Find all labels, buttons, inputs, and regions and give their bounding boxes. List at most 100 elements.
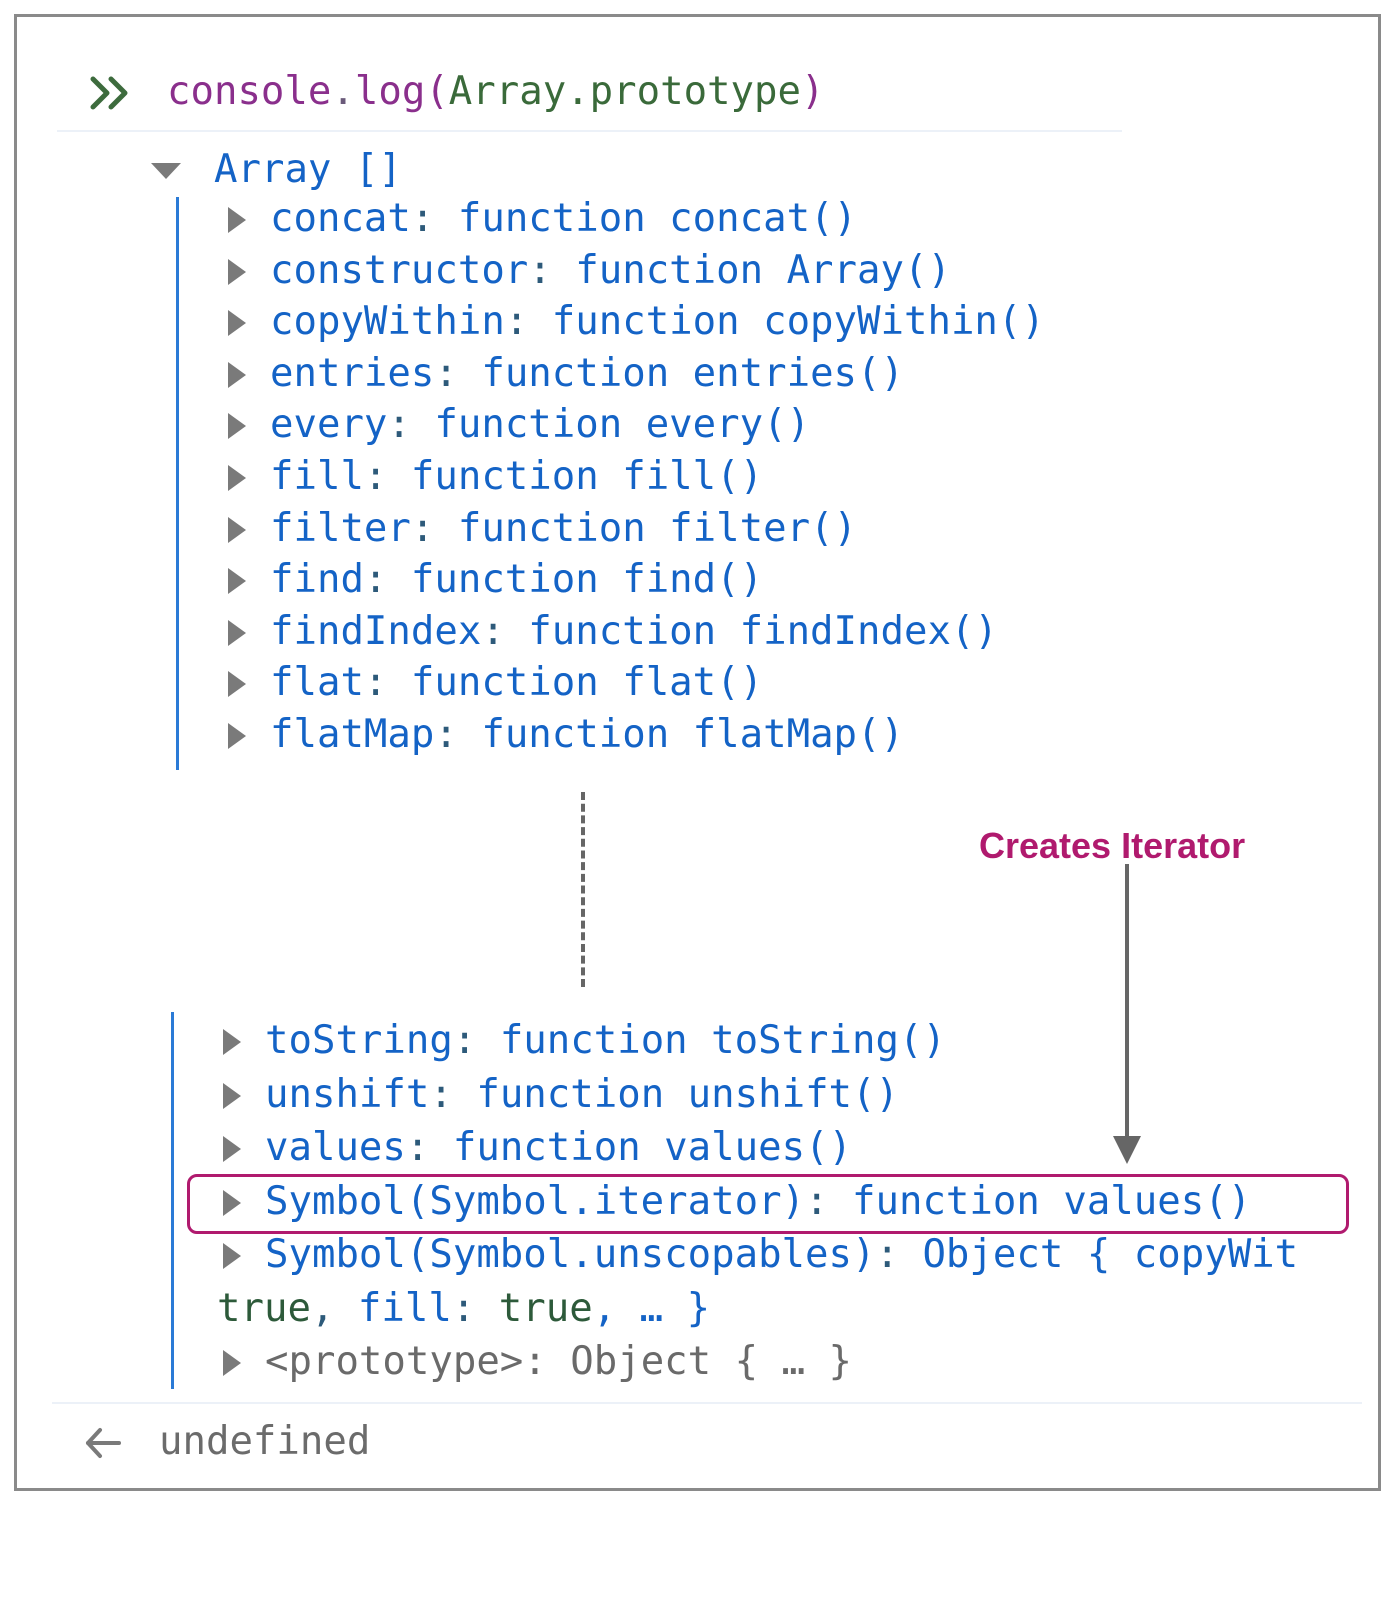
triangle-down-icon[interactable] [151,163,181,181]
property-colon: : [434,712,482,757]
property-key: findIndex [270,608,482,654]
property-entry: <prototype>: Object { … } [265,1336,852,1388]
property-value: function flat() [410,660,764,706]
triangle-right-icon[interactable] [228,671,246,698]
property-key: <prototype> [265,1339,524,1384]
triangle-right-icon[interactable] [228,310,246,337]
console-result-line: undefined [17,1417,1378,1467]
property-row[interactable]: every: function every() [210,399,1310,451]
property-colon: : [410,505,458,551]
property-colon: : [429,1071,477,1117]
property-key: find [270,557,364,603]
property-key: flatMap [270,712,435,757]
property-value: function Array() [575,247,951,293]
property-row[interactable]: entries: function entries() [210,348,1310,400]
property-row[interactable]: concat: function concat() [210,193,1310,245]
property-value: function flatMap() [481,712,904,757]
property-key: every [270,402,388,448]
divider [52,1402,1362,1404]
property-colon: : [434,350,482,396]
array-object-header[interactable]: Array [] [17,147,817,193]
iterator-highlight-box [187,1174,1349,1234]
property-value: function entries() [481,350,904,396]
property-entry: Symbol(Symbol.unscopables): Object { cop… [265,1229,1298,1281]
value-true: true [498,1286,593,1331]
tree-guide-line [171,1012,174,1389]
triangle-right-icon[interactable] [223,1136,241,1162]
property-colon: : [363,454,411,499]
triangle-right-icon[interactable] [228,361,246,388]
triangle-right-icon[interactable] [228,568,246,595]
triangle-right-icon[interactable] [228,516,246,543]
property-colon: : [405,1125,453,1170]
property-row[interactable]: flatMap: function flatMap() [210,709,1310,761]
property-key: Symbol(Symbol.unscopables) [265,1232,876,1277]
triangle-right-icon[interactable] [228,258,246,285]
triangle-right-icon[interactable] [223,1350,241,1376]
value-colon: : [451,1286,499,1331]
property-row[interactable]: copyWithin: function copyWithin() [210,296,1310,348]
property-row[interactable]: toString: function toString() [205,1015,1305,1067]
value-true: true [217,1286,311,1331]
triangle-right-icon[interactable] [228,207,246,233]
command-arg: Array.prototype [448,69,801,114]
property-entry: values: function values() [265,1122,852,1174]
property-key: concat [270,196,411,241]
command-dot: . [331,69,355,114]
property-row[interactable]: find: function find() [210,554,1310,606]
property-key: toString [265,1018,453,1063]
property-row[interactable]: findIndex: function findIndex() [210,606,1310,658]
triangle-right-icon[interactable] [223,1029,241,1055]
property-value-continued: true, fill: true, … } [217,1283,710,1335]
property-value: function filter() [457,505,858,551]
annotation-label: Creates Iterator [979,825,1246,866]
property-value: function values() [452,1125,853,1170]
property-row[interactable]: filter: function filter() [210,503,1310,555]
result-value: undefined [159,1419,371,1464]
property-value: function copyWithin() [551,299,1045,345]
property-row[interactable]: fill: function fill() [210,451,1310,503]
left-arrow-icon [86,1428,121,1458]
property-entry: unshift: function unshift() [265,1069,899,1121]
property-value: function fill() [410,454,764,499]
property-entry: entries: function entries() [270,348,904,400]
property-value: function every() [434,402,811,448]
triangle-right-icon[interactable] [223,1082,241,1109]
property-entry: every: function every() [270,399,810,451]
property-entry: constructor: function Array() [270,245,951,297]
property-key: fill [270,454,364,499]
property-row[interactable]: flat: function flat() [210,657,1310,709]
triangle-right-icon[interactable] [228,465,246,491]
triangle-right-icon[interactable] [228,723,246,749]
triangle-right-icon[interactable] [228,619,246,646]
property-value: function findIndex() [528,608,998,654]
property-entry: flatMap: function flatMap() [270,709,904,761]
property-row-unscopables[interactable]: Symbol(Symbol.unscopables): Object { cop… [205,1229,1365,1281]
property-value: function toString() [499,1018,946,1063]
property-value: Object { … } [570,1339,853,1384]
value-ellipsis: , … } [592,1286,711,1331]
property-entry: toString: function toString() [265,1015,946,1067]
property-row[interactable]: unshift: function unshift() [205,1069,1305,1121]
property-row-prototype[interactable]: <prototype>: Object { … } [205,1336,1305,1388]
property-entry: fill: function fill() [270,451,763,503]
property-entry: copyWithin: function copyWithin() [270,296,1045,348]
property-value: function find() [410,557,764,603]
property-value: function concat() [457,196,858,241]
array-label: Array [] [214,147,402,192]
console-input-line[interactable]: console.log(Array.prototype) [17,17,1378,117]
double-chevron-right-icon [90,76,128,110]
property-row-unscopables-continued: true, fill: true, … } [217,1283,1317,1335]
property-key: filter [270,505,411,551]
property-row[interactable]: values: function values() [205,1122,1305,1174]
property-row[interactable]: constructor: function Array() [210,245,1310,297]
property-colon: : [875,1232,923,1277]
property-key: copyWithin [270,299,505,345]
tree-guide-line [176,197,179,770]
triangle-right-icon[interactable] [228,413,246,440]
divider [57,130,1122,132]
property-colon: : [523,1339,571,1384]
triangle-right-icon[interactable] [223,1243,241,1269]
property-colon: : [452,1018,500,1063]
property-colon: : [528,247,576,293]
